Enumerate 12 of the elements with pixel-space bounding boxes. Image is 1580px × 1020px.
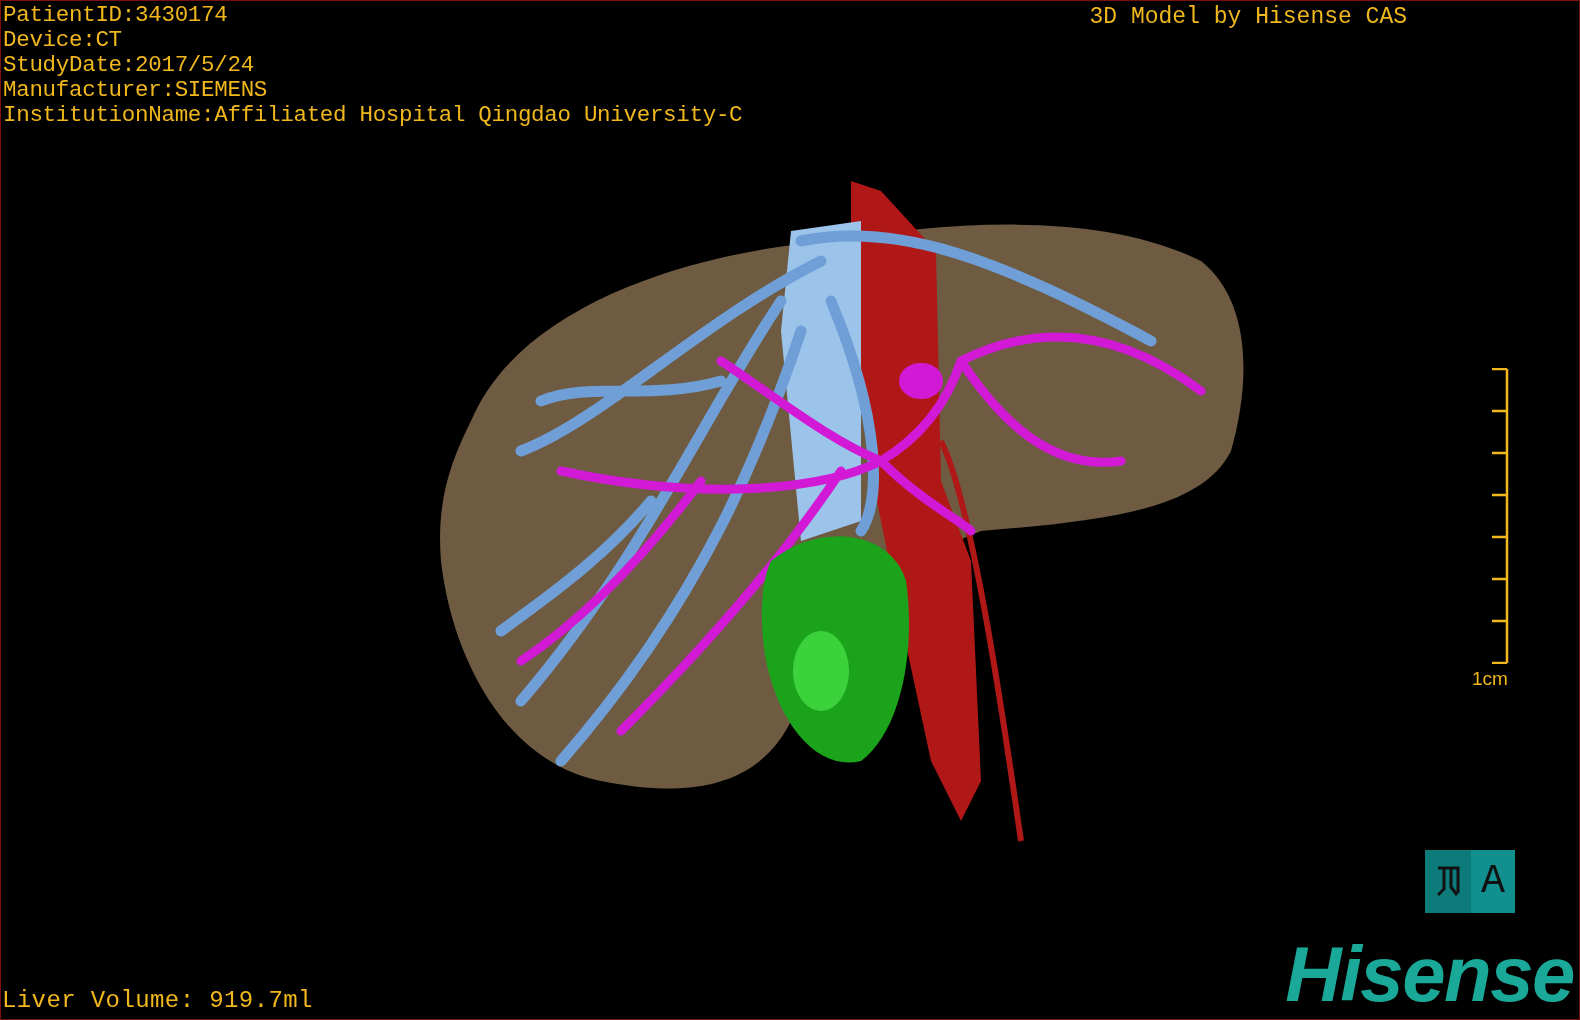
cube-side-icon (1435, 864, 1461, 899)
patient-info-text: PatientID:3430174 (3, 3, 228, 28)
patient-info-text: StudyDate:2017/5/24 (3, 53, 254, 78)
scale-bar-label: 1cm (1472, 668, 1508, 690)
brand-logo: Hisense (1285, 937, 1575, 1011)
patient-info-text: Manufacturer:SIEMENS (3, 78, 268, 103)
viewer-title: 3D Model by Hisense CAS (1089, 4, 1407, 30)
patient-info-text: Device:CT (3, 28, 122, 53)
scale-bar-icon (1491, 368, 1509, 664)
liver-volume-text: Liver Volume: 919.7ml (2, 988, 313, 1014)
patient-info-text: InstitutionName:Affiliated Hospital Qingdao University-C (3, 103, 743, 128)
orientation-cube-face: A (1471, 850, 1515, 913)
